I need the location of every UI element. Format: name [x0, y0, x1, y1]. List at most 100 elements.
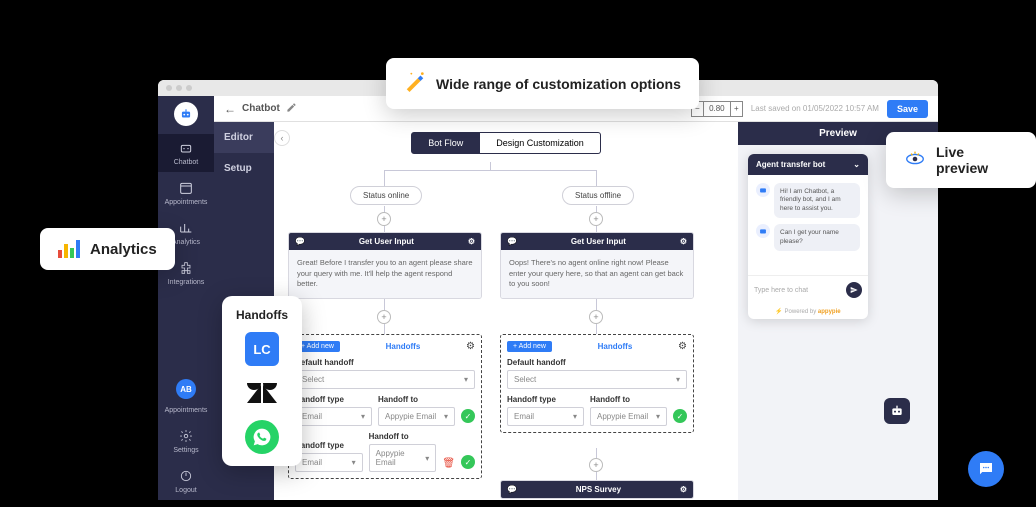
chevron-down-icon: ▾: [444, 412, 448, 421]
chevron-down-icon: ▾: [352, 458, 356, 467]
tab-editor[interactable]: Editor: [214, 122, 274, 153]
message-text: Hi! I am Chatbot, a friendly bot, and I …: [774, 183, 860, 218]
edit-icon[interactable]: [286, 102, 297, 116]
chevron-down-icon[interactable]: ⌄: [853, 160, 860, 169]
wand-icon: [404, 70, 426, 97]
sidebar-label: Appointments: [165, 199, 208, 206]
gear-icon[interactable]: ⚙: [680, 485, 687, 494]
node-title: Get User Input: [521, 237, 676, 246]
powered-by: ⚡ Powered by appypie: [748, 304, 868, 319]
live-preview-callout: Live preview: [886, 132, 1036, 188]
status-offline-chip[interactable]: Status offline: [562, 186, 634, 205]
back-arrow-icon[interactable]: ←: [224, 102, 236, 116]
handoffs-title: Handoffs: [236, 308, 288, 322]
user-avatar-badge[interactable]: AB: [176, 379, 196, 399]
chat-input-row: Type here to chat: [748, 275, 868, 304]
calendar-icon: [178, 180, 194, 196]
field-label: Handoff to: [590, 395, 667, 404]
sidebar-item-logout[interactable]: Logout: [158, 462, 214, 500]
sidebar-item-appointments-2[interactable]: Appointments: [158, 401, 214, 420]
chat-fab[interactable]: [968, 451, 1004, 487]
send-button[interactable]: [846, 282, 862, 298]
flow-canvas[interactable]: Bot Flow Design Customization Status onl…: [274, 122, 738, 500]
sidebar-item-chatbot[interactable]: Chatbot: [158, 134, 214, 172]
add-node-button[interactable]: +: [589, 212, 603, 226]
handoff-type-select[interactable]: Email▾: [295, 407, 372, 426]
node-handoffs[interactable]: + Add new Handoffs ⚙ Default handoff Sel…: [288, 334, 482, 479]
gear-icon[interactable]: ⚙: [466, 341, 475, 352]
sidebar-label: Logout: [175, 487, 196, 494]
handoff-to-select[interactable]: Appypie Email▾: [378, 407, 455, 426]
add-new-button[interactable]: + Add new: [507, 341, 552, 352]
node-title: NPS Survey: [521, 485, 676, 494]
chat-preview: Agent transfer bot ⌄ Hi! I am Chatbot, a…: [748, 154, 868, 319]
zendesk-icon: [245, 376, 279, 410]
bot-launcher-icon[interactable]: [884, 398, 910, 424]
app-logo[interactable]: [174, 102, 198, 126]
gear-icon[interactable]: ⚙: [680, 237, 687, 246]
sidebar-item-settings[interactable]: Settings: [158, 422, 214, 460]
field-label: Default handoff: [507, 358, 687, 367]
node-get-user-input[interactable]: 💬 Get User Input ⚙ Oops! There's no agen…: [500, 232, 694, 299]
panel-collapse-toggle[interactable]: ‹: [274, 130, 290, 146]
send-icon: [850, 286, 858, 294]
chart-icon: [178, 220, 194, 236]
check-icon: ✓: [461, 409, 475, 423]
tab-setup[interactable]: Setup: [214, 153, 274, 184]
robot-icon: [178, 140, 194, 156]
add-node-button[interactable]: +: [377, 310, 391, 324]
analytics-callout: Analytics: [40, 228, 175, 270]
chat-icon: 💬: [295, 237, 305, 246]
bot-avatar-icon: [756, 183, 770, 197]
chevron-down-icon: ▾: [361, 412, 365, 421]
sidebar-label: Chatbot: [174, 159, 199, 166]
sidebar-item-appointments[interactable]: Appointments: [158, 174, 214, 212]
save-button[interactable]: Save: [887, 100, 928, 118]
default-handoff-select[interactable]: Select▾: [507, 370, 687, 389]
field-label: Handoff to: [369, 432, 437, 441]
tab-bot-flow[interactable]: Bot Flow: [411, 132, 480, 154]
handoff-type-select[interactable]: Email▾: [295, 453, 363, 472]
node-body-text: Great! Before I transfer you to an agent…: [289, 250, 481, 298]
add-node-button[interactable]: +: [377, 212, 391, 226]
default-handoff-select[interactable]: Select▾: [295, 370, 475, 389]
traffic-dot: [166, 85, 172, 91]
chevron-down-icon: ▾: [573, 412, 577, 421]
node-get-user-input[interactable]: 💬 Get User Input ⚙ Great! Before I trans…: [288, 232, 482, 299]
handoffs-callout: Handoffs LC: [222, 296, 302, 466]
handoff-to-select[interactable]: Appypie Email▾: [590, 407, 667, 426]
gear-icon[interactable]: ⚙: [678, 341, 687, 352]
chat-title: Agent transfer bot: [756, 160, 825, 169]
node-title: Handoffs: [558, 342, 672, 351]
view-tabs: Bot Flow Design Customization: [274, 132, 738, 154]
eye-icon: [904, 148, 926, 173]
message-text: Can I get your name please?: [774, 224, 860, 251]
chat-icon: 💬: [507, 485, 517, 494]
chat-message: Can I get your name please?: [756, 224, 860, 251]
check-icon: ✓: [461, 455, 475, 469]
main-sidebar: Chatbot Appointments Analytics Integrati…: [158, 96, 214, 500]
handoff-type-select[interactable]: Email▾: [507, 407, 584, 426]
check-icon: ✓: [673, 409, 687, 423]
add-node-button[interactable]: +: [589, 458, 603, 472]
node-nps-survey[interactable]: 💬 NPS Survey ⚙: [500, 480, 694, 499]
handoff-to-select[interactable]: Appypie Email▾: [369, 444, 437, 472]
field-label: Handoff type: [507, 395, 584, 404]
chevron-down-icon: ▾: [656, 412, 660, 421]
sidebar-label: Analytics: [172, 239, 200, 246]
gear-icon[interactable]: ⚙: [468, 237, 475, 246]
zoom-in-button[interactable]: +: [730, 102, 742, 116]
node-handoffs[interactable]: + Add new Handoffs ⚙ Default handoff Sel…: [500, 334, 694, 433]
sidebar-label: Appointments: [165, 407, 208, 414]
chevron-down-icon: ▾: [464, 375, 468, 384]
node-title: Handoffs: [346, 342, 460, 351]
trash-icon[interactable]: 🗑: [442, 458, 455, 469]
add-node-button[interactable]: +: [589, 310, 603, 324]
sidebar-label: Integrations: [168, 279, 205, 286]
chat-input[interactable]: Type here to chat: [754, 287, 842, 294]
chat-icon: 💬: [507, 237, 517, 246]
analytics-label: Analytics: [90, 241, 157, 258]
last-saved-text: Last saved on 01/05/2022 10:57 AM: [751, 104, 879, 113]
status-online-chip[interactable]: Status online: [350, 186, 422, 205]
tab-design-customization[interactable]: Design Customization: [480, 132, 601, 154]
